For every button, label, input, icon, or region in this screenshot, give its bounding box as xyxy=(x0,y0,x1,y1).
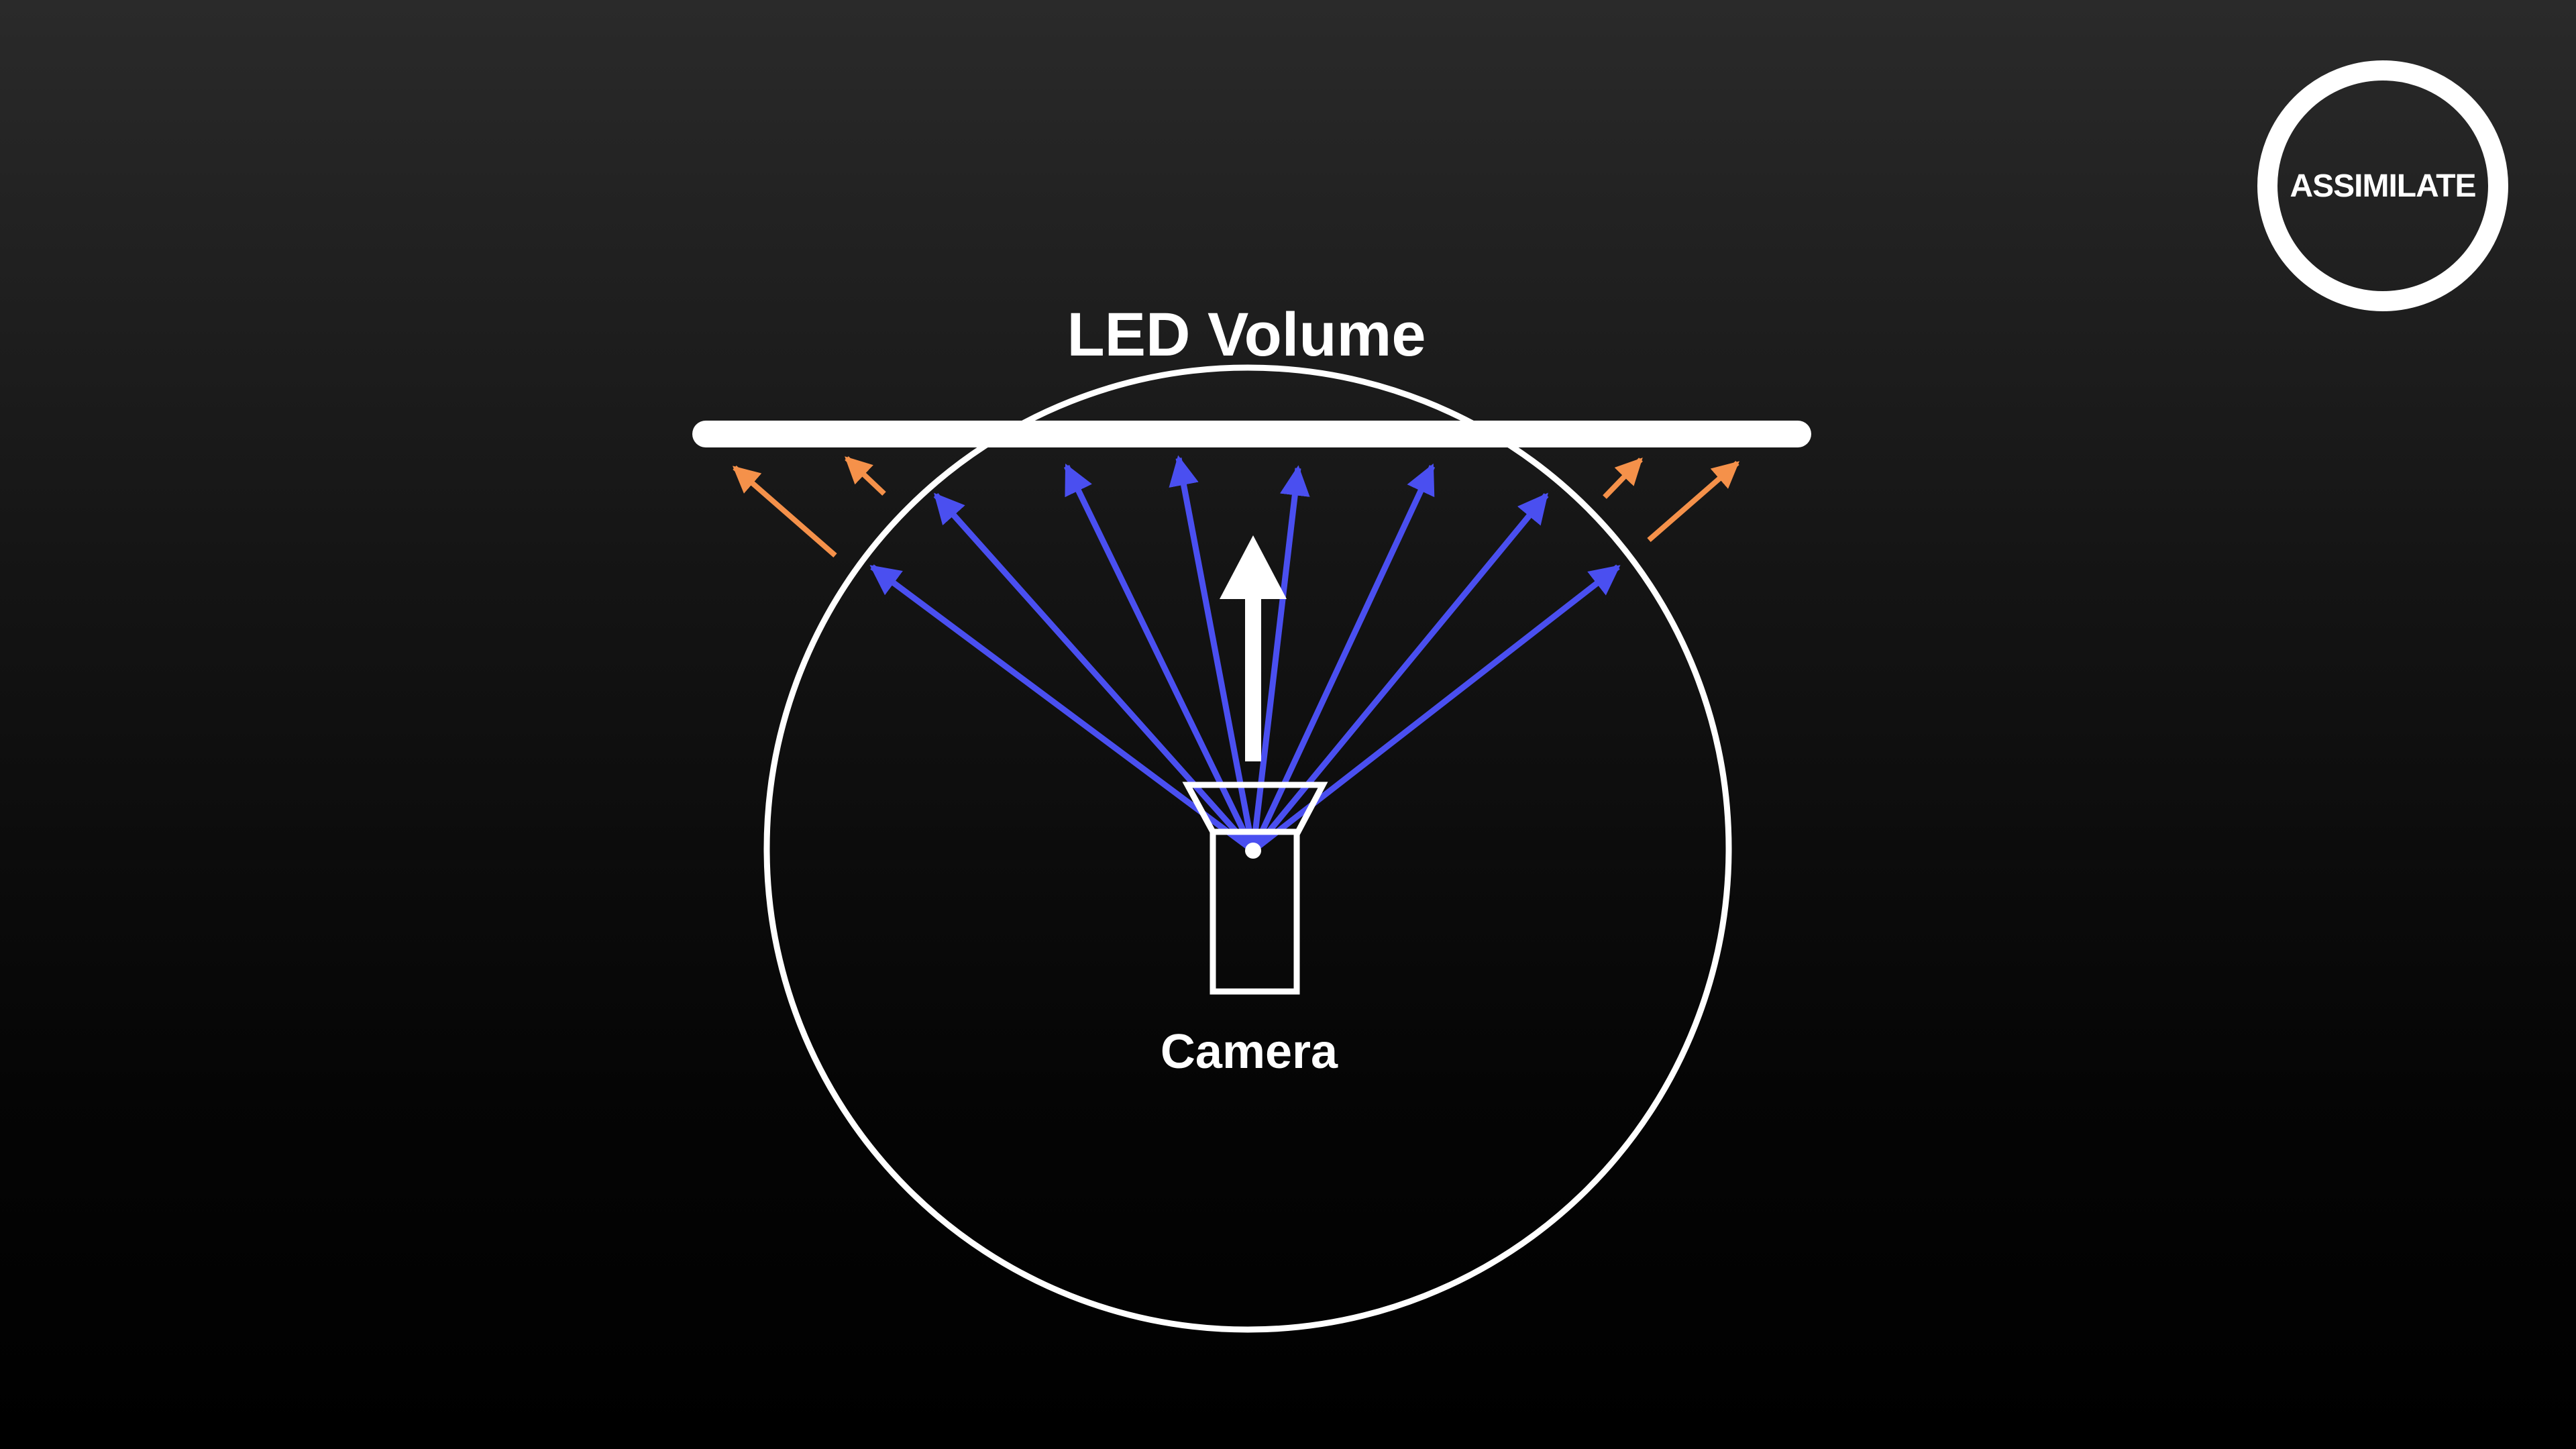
frustum-ray xyxy=(1250,492,1549,853)
led-volume-diagram: LED Volume Camera ASSIMILATE xyxy=(692,60,2508,1333)
frustum-ray xyxy=(933,492,1256,853)
camera-label: Camera xyxy=(1161,1025,1338,1079)
camera-nodal-point xyxy=(1245,843,1261,859)
logo-text: ASSIMILATE xyxy=(2290,168,2475,204)
outside-ray xyxy=(1647,460,1740,543)
diagram-title: LED Volume xyxy=(1067,301,1426,369)
frustum-ray xyxy=(1063,463,1256,852)
outside-ray xyxy=(1603,458,1643,499)
outside-ray xyxy=(732,465,837,558)
assimilate-logo: ASSIMILATE xyxy=(2257,60,2508,311)
outside-ray xyxy=(845,456,886,496)
frustum-ray xyxy=(1250,463,1436,852)
frustum-ray xyxy=(869,564,1255,853)
